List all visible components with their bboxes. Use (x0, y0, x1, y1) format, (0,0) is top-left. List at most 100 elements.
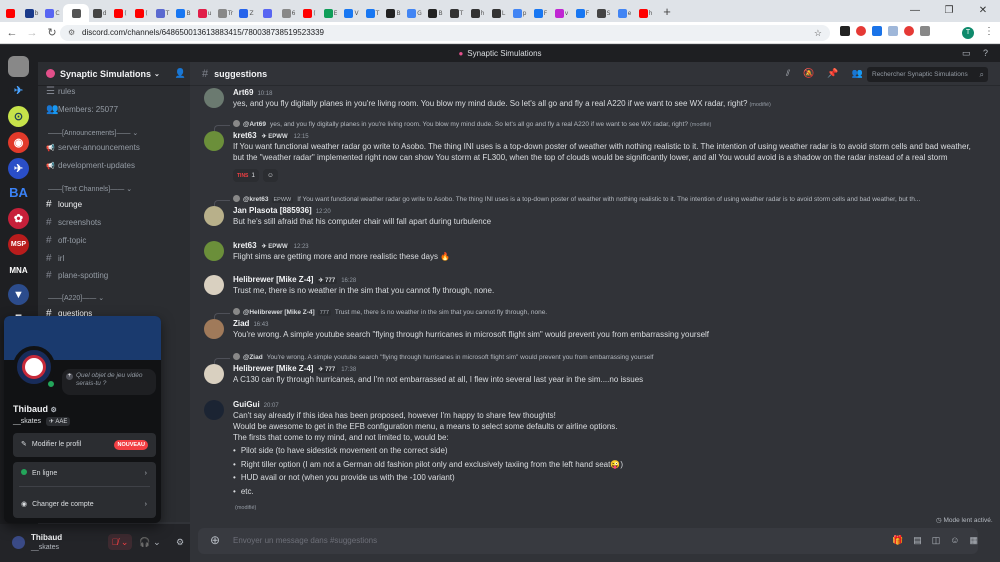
reply-preview[interactable]: @Helibrewer [Mike Z-4] 777 Trust me, there… (233, 308, 547, 316)
mute-microphone-icon[interactable]: 🎙̸ ⌄ (108, 534, 132, 550)
browser-tab[interactable] (257, 4, 278, 22)
server-icon-v[interactable]: ▼ (8, 284, 29, 305)
avatar[interactable] (204, 206, 224, 226)
reply-preview[interactable]: @Ziad You're wrong. A simple youtube sear… (233, 353, 653, 361)
avatar[interactable] (204, 319, 224, 339)
avatar[interactable] (204, 400, 224, 420)
pin-icon[interactable]: 📌 (827, 68, 838, 79)
channel-category[interactable]: ——[Announcements]—— ⌄ (48, 129, 138, 137)
threads-icon[interactable]: ⫽ (786, 68, 790, 79)
author-name[interactable]: Art69 (233, 88, 253, 97)
guild-tag[interactable]: ✈ EPWW (259, 244, 290, 250)
inbox-icon[interactable]: ▭ (962, 45, 971, 62)
add-user-icon[interactable]: 👤 (175, 68, 186, 79)
avatar[interactable] (204, 275, 224, 295)
browser-tab[interactable]: h (635, 4, 656, 22)
browser-tab[interactable]: S (593, 4, 614, 22)
guild-tag[interactable]: ✈ EPWW (259, 134, 290, 140)
extension-icon[interactable] (872, 26, 882, 36)
restore-icon[interactable]: ❐ (932, 0, 966, 22)
browser-tab[interactable]: p (509, 4, 530, 22)
author-name[interactable]: Helibrewer [Mike Z-4] (233, 364, 313, 373)
channel-category[interactable]: ——[Text Channels]—— ⌄ (48, 185, 132, 193)
browser-tab[interactable] (63, 4, 89, 22)
server-icon-msp[interactable]: MSP (8, 234, 29, 255)
gift-icon[interactable]: 🎁 (892, 535, 903, 546)
server-icon-flower[interactable]: ✿ (8, 208, 29, 229)
avatar[interactable] (204, 131, 224, 151)
server-icon-red[interactable]: ◉ (8, 132, 29, 153)
avatar[interactable] (204, 241, 224, 261)
sidebar-item-off-topic[interactable]: # off-topic (46, 235, 86, 246)
author-name[interactable]: kret63 (233, 131, 257, 140)
reply-author[interactable]: @Art69 (243, 121, 266, 128)
help-icon[interactable]: ? (983, 45, 988, 62)
browser-tab[interactable]: 6 (278, 4, 299, 22)
online-status-button[interactable]: En ligne › (13, 462, 156, 486)
member-list-icon[interactable]: 👥 (851, 68, 862, 79)
sidebar-item-development-updates[interactable]: 📢 development-updates (46, 161, 135, 170)
browser-tab[interactable]: F (572, 4, 593, 22)
browser-tab[interactable]: T (362, 4, 383, 22)
notifications-muted-icon[interactable]: 🔕 (803, 68, 814, 79)
extension-icon[interactable] (888, 26, 898, 36)
gif-icon[interactable]: ▤ (913, 535, 922, 546)
browser-tab[interactable]: b (21, 4, 42, 22)
emoji-icon[interactable]: ☺ (950, 535, 959, 546)
server-icon-bird[interactable]: ✈ (8, 80, 29, 101)
browser-profile-avatar[interactable]: T (962, 27, 974, 39)
reply-author[interactable]: @kret63 (243, 196, 269, 203)
reply-author[interactable]: @Helibrewer [Mike Z-4] (243, 309, 315, 316)
browser-tab[interactable]: ( (110, 4, 131, 22)
browser-tab[interactable]: L (488, 4, 509, 22)
browser-tab[interactable]: Tr (215, 4, 236, 22)
browser-tab[interactable]: T (446, 4, 467, 22)
extension-icon[interactable] (904, 26, 914, 36)
settings-gear-icon[interactable]: ⚙ (168, 534, 192, 550)
browser-tab[interactable]: B (383, 4, 404, 22)
reply-author[interactable]: @Ziad (243, 354, 263, 361)
search-input[interactable]: Rechercher Synaptic Simulations ⌕ (867, 67, 988, 82)
browser-tab[interactable]: d (89, 4, 110, 22)
server-icon-ba[interactable]: BA (8, 182, 29, 203)
browser-tab[interactable]: ( (299, 4, 320, 22)
browser-tab[interactable] (0, 4, 21, 22)
browser-menu-icon[interactable]: ⋮ (984, 26, 994, 37)
guild-tag[interactable]: ✈ 777 (316, 278, 338, 284)
close-window-icon[interactable]: ✕ (966, 0, 1000, 22)
edit-profile-button[interactable]: ✎ Modifier le profil NOUVEAU (13, 433, 156, 457)
switch-account-button[interactable]: ◉ Changer de compte › (13, 493, 156, 517)
author-name[interactable]: GuiGui (233, 400, 260, 409)
browser-tab[interactable]: h (467, 4, 488, 22)
server-icon-aviation[interactable]: ⊙ (8, 106, 29, 127)
sidebar-item-plane-spotting[interactable]: # plane-spotting (46, 270, 108, 281)
browser-tab[interactable]: v (551, 4, 572, 22)
channel-category[interactable]: ——[A220]—— ⌄ (48, 294, 104, 302)
browser-tab[interactable]: B (173, 4, 194, 22)
message-composer[interactable]: ⊕ Envoyer un message dans #suggestions 🎁… (198, 528, 978, 554)
sidebar-item-members-25077[interactable]: 👥 Members: 25077 (46, 104, 118, 115)
sidebar-item-irl[interactable]: # irl (46, 253, 64, 264)
author-name[interactable]: kret63 (233, 241, 257, 250)
back-icon[interactable]: ← (4, 27, 20, 39)
author-name[interactable]: Jan Plasota [885936] (233, 206, 312, 215)
server-icon[interactable] (8, 56, 29, 77)
browser-tab[interactable]: T (152, 4, 173, 22)
site-info-icon[interactable]: ⚙ (68, 25, 75, 41)
browser-tab[interactable]: e (614, 4, 635, 22)
server-icon-ivao[interactable]: ✈ (8, 158, 29, 179)
server-header[interactable]: Synaptic Simulations ⌄ 👤 (38, 62, 190, 86)
server-icon-mna[interactable]: MNA (8, 260, 29, 281)
reload-icon[interactable]: ↻ (44, 26, 60, 39)
reply-preview[interactable]: @kret63 EPWW If You want functional weathe… (233, 195, 920, 203)
extension-icon[interactable] (840, 26, 850, 36)
extensions-puzzle-icon[interactable] (920, 26, 930, 36)
browser-tab[interactable]: G (404, 4, 425, 22)
add-reaction-icon[interactable]: ☺ (263, 169, 278, 182)
reaction-button[interactable]: TINS 1 (233, 169, 260, 182)
bookmark-star-icon[interactable]: ☆ (814, 25, 822, 41)
new-tab-button[interactable]: + (660, 4, 674, 19)
browser-tab[interactable]: Z (236, 4, 257, 22)
avatar[interactable] (204, 364, 224, 384)
guild-tag-badge[interactable]: ✈ AAE (46, 417, 71, 426)
